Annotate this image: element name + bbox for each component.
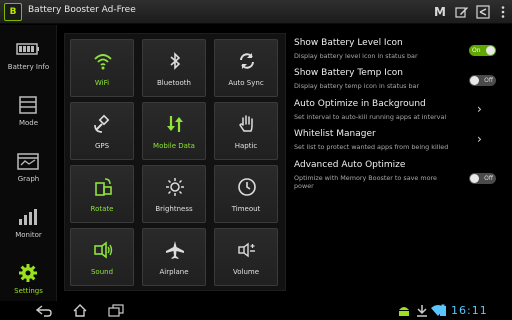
setting-show-battery-level-icon[interactable]: Show Battery Level Icon Display battery … (291, 38, 505, 68)
quick-toggle-grid: WiFi Bluetooth Auto Sync GPS Mobile Data… (64, 33, 286, 291)
mode-icon (19, 96, 37, 114)
tile-bluetooth[interactable]: Bluetooth (142, 39, 206, 97)
setting-subtitle: Set list to protect wanted apps from bei… (294, 143, 449, 151)
hand-icon (239, 115, 253, 132)
toggle-state-label: Off (484, 175, 493, 182)
advanced-auto-optimize-toggle[interactable]: Off (469, 173, 496, 184)
action-bar: B Battery Booster Ad-Free M (0, 0, 512, 24)
home-icon[interactable] (72, 304, 88, 317)
tile-label: Brightness (155, 205, 193, 213)
setting-title: Auto Optimize in Background (294, 99, 426, 109)
nav-label: Graph (17, 175, 40, 183)
back-icon[interactable] (36, 304, 52, 317)
chevron-right-icon: › (477, 132, 482, 146)
speaker-icon (94, 241, 113, 259)
tile-label: Mobile Data (153, 142, 195, 150)
tile-wifi[interactable]: WiFi (70, 39, 134, 97)
sun-icon (166, 178, 184, 196)
tile-timeout[interactable]: Timeout (214, 165, 278, 223)
battery-icon (16, 43, 39, 55)
tile-mobile-data[interactable]: Mobile Data (142, 102, 206, 160)
setting-auto-optimize-background[interactable]: Auto Optimize in Background Set interval… (291, 99, 505, 129)
tile-label: Airplane (159, 268, 189, 276)
tile-label: Bluetooth (157, 79, 191, 87)
setting-show-battery-temp-icon[interactable]: Show Battery Temp Icon Display battery t… (291, 68, 505, 98)
download-icon (417, 305, 427, 317)
mode-m-icon[interactable]: M (431, 3, 449, 21)
toggle-knob (470, 76, 479, 85)
nav-item-mode[interactable]: Mode (0, 85, 57, 141)
android-icon (399, 307, 409, 316)
tile-airplane[interactable]: Airplane (142, 228, 206, 286)
tile-volume[interactable]: Volume (214, 228, 278, 286)
tile-label: GPS (94, 142, 110, 150)
wifi-icon (94, 54, 112, 70)
app-logo-icon[interactable]: B (4, 3, 22, 21)
system-navigation-bar: 16:11 (0, 301, 512, 320)
setting-subtitle: Optimize with Memory Booster to save mor… (294, 174, 437, 190)
setting-subtitle: Display battery temp icon in status bar (294, 82, 420, 90)
battery-temp-icon-toggle[interactable]: Off (469, 75, 496, 86)
tile-label: Volume (232, 268, 260, 276)
nav-label: Monitor (15, 231, 42, 239)
tile-rotate[interactable]: Rotate (70, 165, 134, 223)
battery-status-icon (440, 304, 446, 316)
setting-title: Show Battery Temp Icon (294, 68, 403, 78)
setting-title: Show Battery Level Icon (294, 38, 403, 48)
settings-list: Show Battery Level Icon Display battery … (291, 33, 505, 291)
toggle-knob (470, 174, 479, 183)
recent-apps-icon[interactable] (108, 304, 124, 317)
clock-time: 16:11 (451, 304, 488, 317)
clock-icon (238, 178, 256, 196)
airplane-icon (166, 241, 184, 259)
bluetooth-icon (170, 52, 181, 70)
setting-whitelist-manager[interactable]: Whitelist Manager Set list to protect wa… (291, 129, 505, 159)
sync-icon (240, 53, 254, 69)
tile-label: Sound (90, 268, 114, 276)
nav-label: Battery Info (7, 63, 50, 71)
side-navigation: Battery Info Mode Graph Monitor Settings (0, 25, 57, 301)
tile-label: WiFi (94, 79, 110, 87)
toggle-state-label: Off (484, 77, 493, 84)
rotate-icon (95, 178, 112, 196)
tile-haptic[interactable]: Haptic (214, 102, 278, 160)
setting-subtitle: Display battery level icon in status bar (294, 52, 418, 60)
tile-label: Auto Sync (228, 79, 264, 87)
nav-label: Settings (14, 287, 43, 295)
tile-brightness[interactable]: Brightness (142, 165, 206, 223)
setting-title: Advanced Auto Optimize (294, 160, 406, 170)
overflow-menu-icon[interactable] (494, 3, 512, 21)
toggle-knob (486, 46, 495, 55)
tile-auto-sync[interactable]: Auto Sync (214, 39, 278, 97)
setting-advanced-auto-optimize[interactable]: Advanced Auto Optimize Optimize with Mem… (291, 160, 505, 200)
tile-gps[interactable]: GPS (70, 102, 134, 160)
app-title: Battery Booster Ad-Free (28, 5, 136, 15)
setting-title: Whitelist Manager (294, 129, 376, 139)
setting-subtitle: Set interval to auto-kill running apps a… (294, 113, 447, 121)
toggle-state-label: On (472, 47, 481, 54)
battery-level-icon-toggle[interactable]: On (469, 45, 496, 56)
data-arrows-icon (167, 116, 183, 132)
nav-item-graph[interactable]: Graph (0, 141, 57, 197)
nav-item-battery-info[interactable]: Battery Info (0, 29, 57, 85)
nav-item-monitor[interactable]: Monitor (0, 197, 57, 253)
tile-label: Timeout (231, 205, 261, 213)
bar-chart-icon (19, 209, 37, 225)
tile-label: Haptic (234, 142, 258, 150)
nav-label: Mode (18, 119, 39, 127)
chevron-right-icon: › (477, 102, 482, 116)
gear-icon (19, 264, 37, 282)
tile-label: Rotate (90, 205, 114, 213)
settings-icon[interactable] (474, 3, 492, 21)
edit-icon[interactable] (453, 3, 471, 21)
satellite-icon (94, 114, 110, 133)
tile-sound[interactable]: Sound (70, 228, 134, 286)
calendar-graph-icon (17, 153, 39, 170)
volume-icon (238, 242, 255, 258)
